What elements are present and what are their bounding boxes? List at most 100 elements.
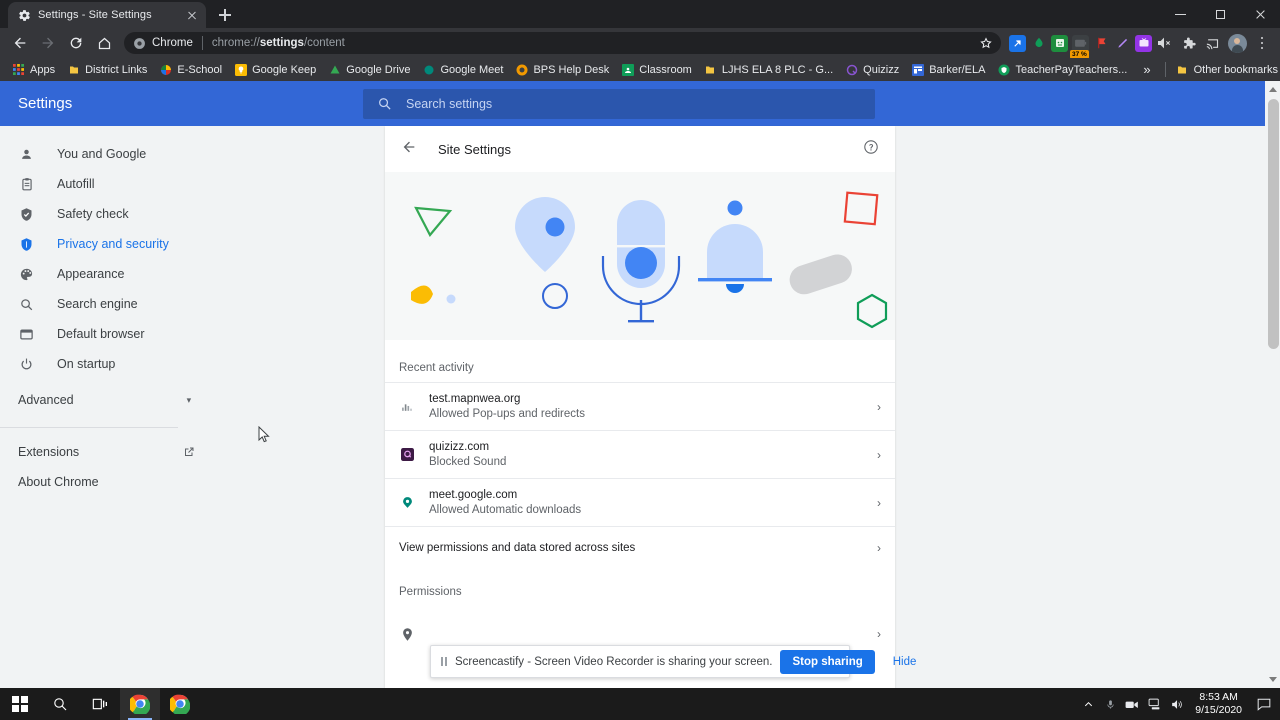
extension-blue-arrow-icon[interactable] xyxy=(1009,34,1026,52)
table-row[interactable]: quizizz.com Blocked Sound › xyxy=(385,430,895,478)
hide-button[interactable]: Hide xyxy=(883,650,927,674)
bookmark-label: Apps xyxy=(30,63,56,76)
page-scrollbar[interactable] xyxy=(1265,81,1280,688)
taskbar-clock[interactable]: 8:53 AM 9/15/2020 xyxy=(1187,691,1250,717)
tab-settings-site-settings[interactable]: Settings - Site Settings xyxy=(8,2,206,28)
three-dot-menu-icon[interactable] xyxy=(1250,30,1274,56)
search-icon xyxy=(18,296,35,313)
meet-icon xyxy=(422,63,435,76)
extension-green-drop-icon[interactable] xyxy=(1030,35,1047,52)
bookmark-barker-ela[interactable]: Barker/ELA xyxy=(905,61,991,78)
bookmark-label: Barker/ELA xyxy=(929,63,986,76)
scrollbar-thumb[interactable] xyxy=(1268,99,1279,349)
extension-battery-saver-icon[interactable]: 37 % xyxy=(1070,34,1089,59)
help-circle-icon[interactable] xyxy=(863,139,879,160)
bookmark-classroom[interactable]: Classroom xyxy=(615,61,698,78)
pause-icon[interactable] xyxy=(441,657,447,666)
profile-avatar[interactable] xyxy=(1224,29,1250,57)
home-icon[interactable] xyxy=(90,29,118,57)
sidebar-item-autofill[interactable]: Autofill xyxy=(0,169,345,199)
address-text[interactable]: chrome://settings/content xyxy=(212,37,968,49)
bookmark-teacherpayteachers[interactable]: TeacherPayTeachers... xyxy=(991,61,1133,78)
sidebar-item-label: On startup xyxy=(57,357,116,371)
bookmark-other-bookmarks[interactable]: Other bookmarks xyxy=(1170,61,1280,78)
sidebar-item-privacy-and-security[interactable]: Privacy and security xyxy=(0,229,345,259)
minimize-button[interactable] xyxy=(1160,0,1200,28)
sidebar-item-you-and-google[interactable]: You and Google xyxy=(0,139,345,169)
maximize-button[interactable] xyxy=(1200,0,1240,28)
extension-green-book-icon[interactable] xyxy=(1051,34,1068,52)
action-center-icon[interactable] xyxy=(1250,688,1278,720)
search-settings-field[interactable]: Search settings xyxy=(363,88,875,119)
star-icon[interactable] xyxy=(975,32,997,54)
omnibox[interactable]: Chrome chrome://settings/content xyxy=(124,32,1001,54)
bookmarks-overflow-chevron[interactable]: » xyxy=(1133,62,1160,77)
forward-arrow-icon[interactable] xyxy=(34,29,62,57)
table-row[interactable]: test.mapnwea.org Allowed Pop-ups and red… xyxy=(385,382,895,430)
table-row[interactable]: meet.google.com Allowed Automatic downlo… xyxy=(385,478,895,526)
extension-purple-pen-icon[interactable] xyxy=(1114,35,1131,52)
extensions-puzzle-icon[interactable] xyxy=(1176,29,1200,57)
reload-icon[interactable] xyxy=(62,29,90,57)
site-name: test.mapnwea.org xyxy=(429,392,521,405)
bookmark-e-school[interactable]: E-School xyxy=(153,61,228,78)
network-icon[interactable] xyxy=(1143,688,1165,720)
taskbar-chrome-window-2[interactable] xyxy=(160,688,200,720)
site-name: quizizz.com xyxy=(429,440,490,453)
chevron-right-icon[interactable]: › xyxy=(877,541,881,555)
close-icon[interactable] xyxy=(184,7,200,23)
new-tab-button[interactable] xyxy=(212,2,238,28)
sidebar-item-extensions[interactable]: Extensions xyxy=(0,438,345,466)
bookmark-apps[interactable]: Apps xyxy=(6,61,61,78)
extension-purple-tv-icon[interactable] xyxy=(1135,34,1152,52)
apps-grid-icon xyxy=(12,63,25,76)
task-view-icon[interactable] xyxy=(80,688,120,720)
windows-taskbar: 8:53 AM 9/15/2020 xyxy=(0,688,1280,720)
site-detail: Allowed Pop-ups and redirects xyxy=(429,407,585,420)
sidebar-item-safety-check[interactable]: Safety check xyxy=(0,199,345,229)
windows-start-icon[interactable] xyxy=(0,688,40,720)
extension-red-flag-icon[interactable] xyxy=(1093,35,1110,52)
bookmark-label: District Links xyxy=(85,63,148,76)
back-arrow-icon[interactable] xyxy=(401,139,417,160)
search-placeholder: Search settings xyxy=(406,96,493,111)
bookmark-quizizz[interactable]: Quizizz xyxy=(839,61,905,78)
speaker-muted-icon[interactable] xyxy=(1152,29,1176,57)
sidebar-advanced-toggle[interactable]: Advanced ▾ xyxy=(0,385,345,415)
bookmark-google-drive[interactable]: Google Drive xyxy=(322,61,416,78)
microphone-icon[interactable] xyxy=(1099,688,1121,720)
taskbar-search-icon[interactable] xyxy=(40,688,80,720)
sidebar-item-on-startup[interactable]: On startup xyxy=(0,349,345,379)
stop-sharing-button[interactable]: Stop sharing xyxy=(780,649,875,674)
back-arrow-icon[interactable] xyxy=(6,29,34,57)
sidebar-item-appearance[interactable]: Appearance xyxy=(0,259,345,289)
sidebar-item-label: Safety check xyxy=(57,207,129,221)
bookmark-bps-help-desk[interactable]: BPS Help Desk xyxy=(509,61,615,78)
bookmarks-overflow: » Other bookmarks xyxy=(1133,61,1280,78)
chevron-right-icon[interactable]: › xyxy=(877,448,881,462)
taskbar-chrome-window-1[interactable] xyxy=(120,688,160,720)
sidebar-item-search-engine[interactable]: Search engine xyxy=(0,289,345,319)
bookmark-google-meet[interactable]: Google Meet xyxy=(416,61,509,78)
view-permissions-row[interactable]: View permissions and data stored across … xyxy=(385,526,895,568)
bookmark-ljhs-ela-8-plc[interactable]: LJHS ELA 8 PLC - G... xyxy=(698,61,839,78)
scroll-down-arrow[interactable] xyxy=(1269,677,1277,682)
bookmark-label: Classroom xyxy=(639,63,692,76)
close-window-button[interactable] xyxy=(1240,0,1280,28)
camera-icon[interactable] xyxy=(1121,688,1143,720)
show-hidden-icons-chevron[interactable] xyxy=(1077,688,1099,720)
site-detail: Blocked Sound xyxy=(429,455,507,468)
sidebar-item-default-browser[interactable]: Default browser xyxy=(0,319,345,349)
system-tray: 8:53 AM 9/15/2020 xyxy=(1077,688,1280,720)
omnibox-chip-label: Chrome xyxy=(152,37,193,49)
scroll-up-arrow[interactable] xyxy=(1269,87,1277,92)
chevron-right-icon[interactable]: › xyxy=(877,496,881,510)
volume-icon[interactable] xyxy=(1165,688,1187,720)
bookmark-district-links[interactable]: District Links xyxy=(61,61,153,78)
chevron-right-icon[interactable]: › xyxy=(877,400,881,414)
chevron-right-icon[interactable]: › xyxy=(877,627,881,641)
cast-icon[interactable] xyxy=(1200,29,1224,57)
helpdesk-icon xyxy=(515,63,528,76)
sidebar-item-about-chrome[interactable]: About Chrome xyxy=(0,468,345,496)
bookmark-google-keep[interactable]: Google Keep xyxy=(228,61,322,78)
